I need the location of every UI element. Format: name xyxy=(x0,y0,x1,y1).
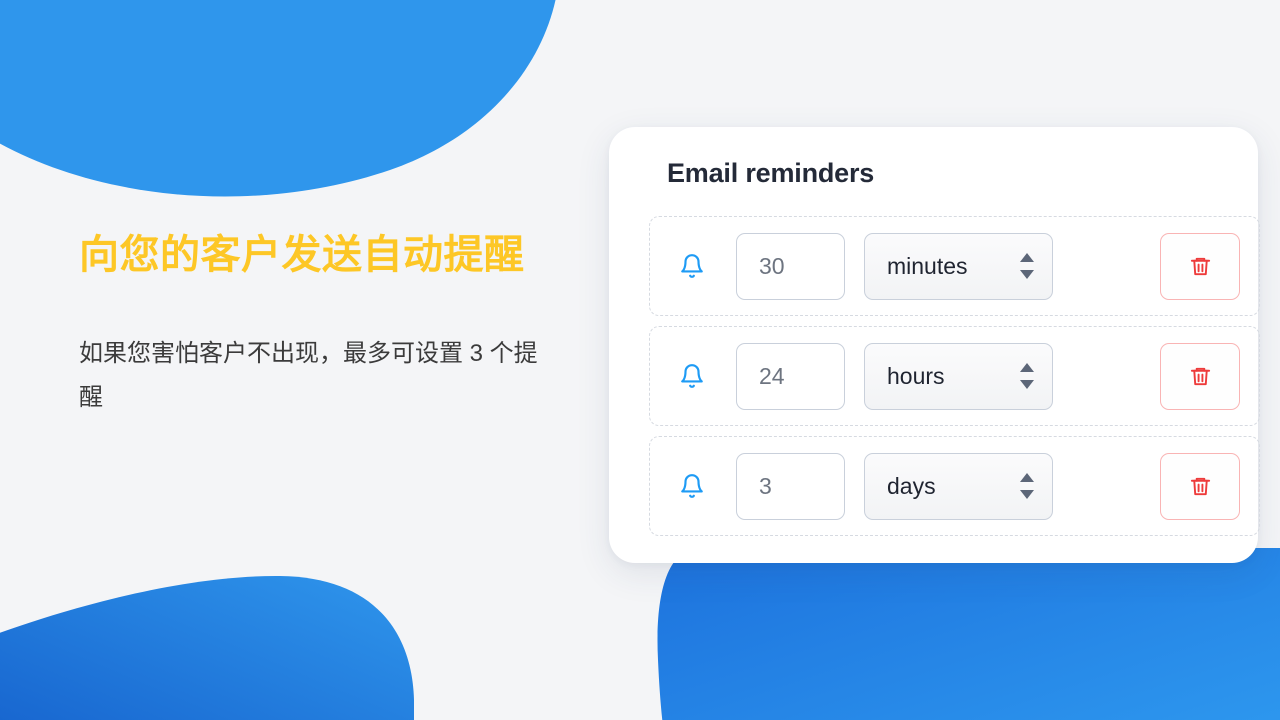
reminder-list: minutes xyxy=(649,216,1260,536)
blob-bottom-right xyxy=(657,548,1280,720)
promo-copy: 向您的客户发送自动提醒 如果您害怕客户不出现，最多可设置 3 个提醒 xyxy=(79,222,549,420)
reminder-quantity-input[interactable] xyxy=(736,452,845,520)
delete-reminder-button[interactable] xyxy=(1160,232,1240,300)
blob-top-left xyxy=(0,0,556,197)
email-reminders-card: Email reminders minutes xyxy=(609,127,1260,563)
card-title: Email reminders xyxy=(667,158,875,188)
bell-icon xyxy=(679,252,705,280)
promo-subcopy: 如果您害怕客户不出现，最多可设置 3 个提醒 xyxy=(79,340,538,411)
stepper-updown-icon[interactable] xyxy=(1019,253,1034,279)
reminder-quantity-input[interactable] xyxy=(736,342,845,410)
reminder-unit-select[interactable]: hours xyxy=(864,342,1053,410)
reminder-row: hours xyxy=(649,326,1260,426)
reminder-unit-label: hours xyxy=(887,362,945,389)
trash-icon xyxy=(1190,367,1210,385)
reminder-unit-select[interactable]: days xyxy=(864,452,1053,520)
bell-icon xyxy=(679,472,705,500)
reminder-unit-select[interactable]: minutes xyxy=(864,232,1053,300)
trash-icon xyxy=(1190,477,1210,495)
reminder-unit-label: days xyxy=(887,472,936,499)
stepper-updown-icon[interactable] xyxy=(1019,473,1034,499)
reminder-unit-label: minutes xyxy=(887,252,968,279)
bell-icon xyxy=(679,362,705,390)
reminder-row: minutes xyxy=(649,216,1260,316)
trash-icon xyxy=(1190,257,1210,275)
promo-headline: 向您的客户发送自动提醒 xyxy=(79,233,525,277)
blob-bottom-left xyxy=(0,575,414,720)
delete-reminder-button[interactable] xyxy=(1160,342,1240,410)
reminder-quantity-input[interactable] xyxy=(736,232,845,300)
stepper-updown-icon[interactable] xyxy=(1019,363,1034,389)
delete-reminder-button[interactable] xyxy=(1160,452,1240,520)
reminder-row: days xyxy=(649,436,1260,536)
